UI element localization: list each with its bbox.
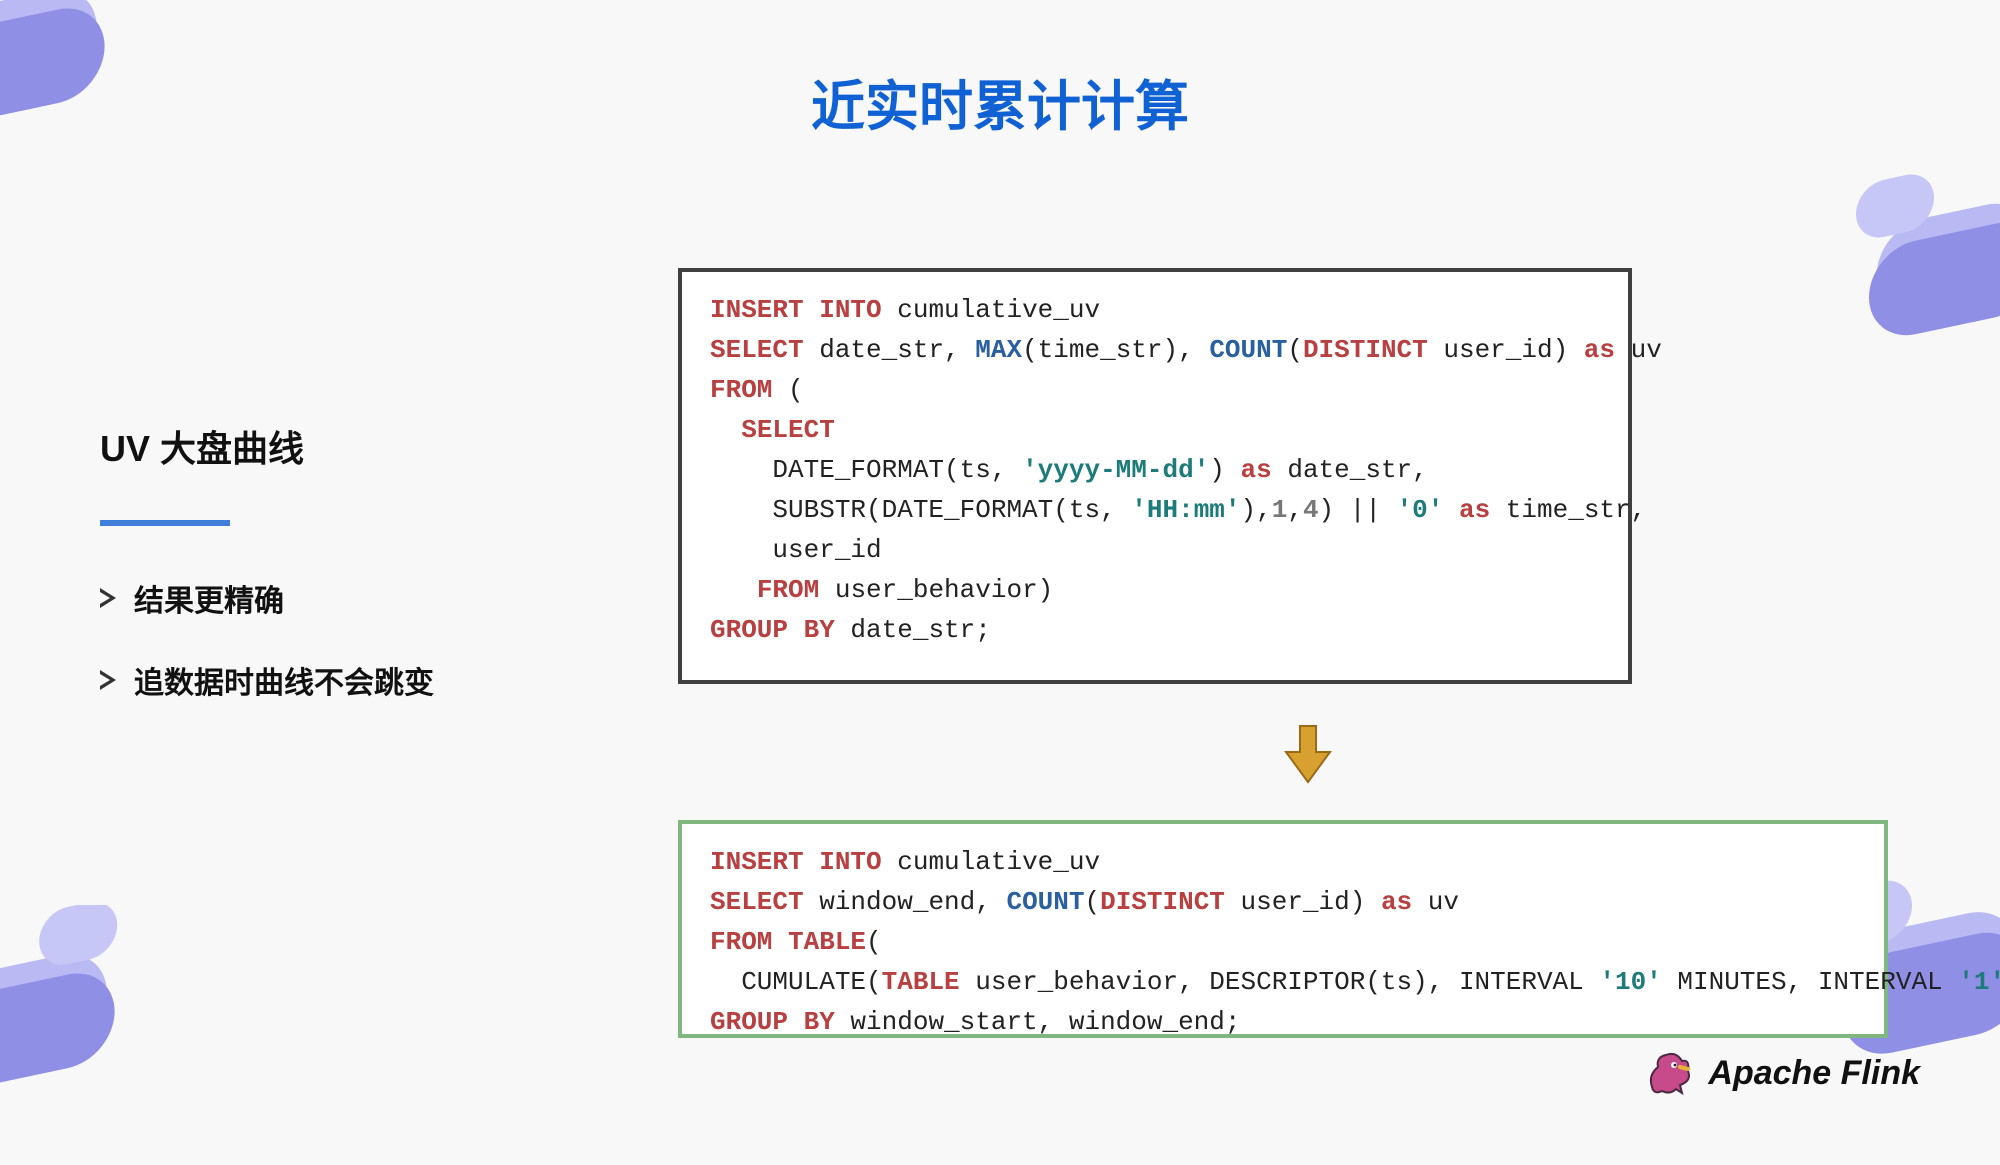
section-subtitle: UV 大盘曲线 (100, 420, 520, 472)
bullet-item: 追数据时曲线不会跳变 (100, 658, 520, 702)
subtitle-underline (100, 520, 230, 526)
bullet-list: 结果更精确 追数据时曲线不会跳变 (100, 576, 520, 702)
deco-cloud-tr (1830, 160, 2000, 420)
bullet-item: 结果更精确 (100, 576, 520, 620)
chevron-right-icon (100, 588, 116, 608)
chevron-right-icon (100, 670, 116, 690)
brand-label: Apache Flink (1708, 1054, 1920, 1093)
bullet-text: 结果更精确 (134, 576, 284, 620)
flink-logo-icon (1642, 1047, 1694, 1099)
deco-cloud-bl (0, 905, 190, 1165)
left-column: UV 大盘曲线 结果更精确 追数据时曲线不会跳变 (100, 420, 520, 740)
sql-code-before: INSERT INTO cumulative_uv SELECT date_st… (678, 268, 1632, 684)
brand-footer: Apache Flink (1642, 1047, 1920, 1099)
arrow-down-icon (1280, 722, 1336, 786)
slide-title: 近实时累计计算 (0, 62, 2000, 141)
sql-code-after: INSERT INTO cumulative_uv SELECT window_… (678, 820, 1888, 1038)
bullet-text: 追数据时曲线不会跳变 (134, 658, 434, 702)
